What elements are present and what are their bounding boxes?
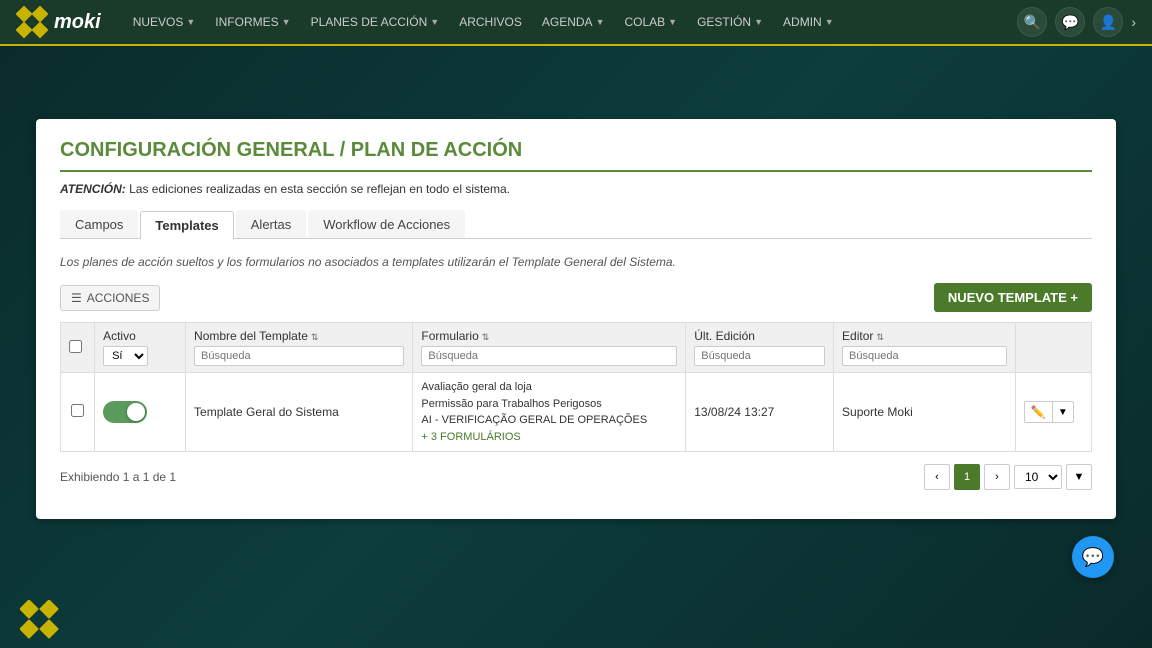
search-icon: 🔍 <box>1024 14 1041 31</box>
next-page-button[interactable]: › <box>984 464 1010 490</box>
chevron-down-icon: ▼ <box>825 17 834 27</box>
col-header-actions <box>1015 323 1091 373</box>
chevron-down-icon: ▼ <box>186 17 195 27</box>
row-actions-group: ✏️ ▼ <box>1024 401 1083 423</box>
templates-table: Activo Sí No Nombre del Template⇅ <box>60 322 1092 452</box>
nav-planes-de-accion[interactable]: PLANES DE ACCIÓN ▼ <box>303 11 448 33</box>
logo-text: moki <box>54 11 101 34</box>
tabs-bar: Campos Templates Alertas Workflow de Acc… <box>60 210 1092 239</box>
col-header-formulario: Formulario ⇅ <box>413 323 686 373</box>
user-avatar[interactable]: 👤 <box>1093 7 1123 37</box>
toggle-knob <box>127 403 145 421</box>
nav-agenda[interactable]: AGENDA ▼ <box>534 11 613 33</box>
edicion-search[interactable] <box>694 346 825 366</box>
sort-icon: ⇅ <box>876 332 884 342</box>
user-icon: 👤 <box>1100 14 1117 31</box>
col-header-edicion: Últ. Edición <box>686 323 834 373</box>
chat-icon: 💬 <box>1082 547 1104 568</box>
tab-alertas[interactable]: Alertas <box>236 210 306 238</box>
logo[interactable]: moki <box>16 6 101 38</box>
main-wrapper: CONFIGURACIÓN GENERAL / PLAN DE ACCIÓN A… <box>0 46 1152 592</box>
select-all-checkbox[interactable] <box>69 340 82 353</box>
bottom-logo <box>20 600 60 640</box>
nav-colab[interactable]: COLAB ▼ <box>616 11 685 33</box>
chat-button[interactable]: 💬 <box>1072 536 1114 578</box>
chevron-down-icon: ▼ <box>430 17 439 27</box>
col-header-checkbox <box>61 323 95 373</box>
col-header-nombre: Nombre del Template⇅ <box>186 323 413 373</box>
navbar: moki NUEVOS ▼ INFORMES ▼ PLANES DE ACCIÓ… <box>0 0 1152 46</box>
chevron-down-icon: ▼ <box>282 17 291 27</box>
nav-archivos[interactable]: ARCHIVOS <box>451 11 530 33</box>
row-actions-cell: ✏️ ▼ <box>1015 373 1091 452</box>
nav-informes[interactable]: INFORMES ▼ <box>207 11 298 33</box>
formulario-items: Avaliação geral da loja Permissão para T… <box>421 379 677 445</box>
formulario-search[interactable] <box>421 346 677 366</box>
row-formulario-cell: Avaliação geral da loja Permissão para T… <box>413 373 686 452</box>
chevron-down-icon: ▼ <box>668 17 677 27</box>
logo-icon <box>16 6 48 38</box>
bottom-area <box>0 592 1152 648</box>
scroll-right-icon[interactable]: › <box>1131 14 1136 30</box>
attention-note: ATENCIÓN: Las ediciones realizadas en es… <box>60 182 1092 196</box>
toolbar: ☰ ACCIONES NUEVO TEMPLATE + <box>60 283 1092 312</box>
tab-campos[interactable]: Campos <box>60 210 138 238</box>
sort-icon: ⇅ <box>482 332 490 342</box>
tab-templates[interactable]: Templates <box>140 211 233 239</box>
col-editor-label: Editor <box>842 329 873 343</box>
nav-admin[interactable]: ADMIN ▼ <box>775 11 842 33</box>
attention-text: Las ediciones realizadas en esta sección… <box>129 182 510 196</box>
nav-nuevos[interactable]: NUEVOS ▼ <box>125 11 204 33</box>
new-template-button[interactable]: NUEVO TEMPLATE + <box>934 283 1092 312</box>
activo-filter-select[interactable]: Sí No <box>103 346 148 366</box>
pagination: Exhibiendo 1 a 1 de 1 ‹ 1 › 10 25 50 ▼ <box>60 464 1092 490</box>
nav-gestion[interactable]: GESTIÓN ▼ <box>689 11 771 33</box>
chat-nav-button[interactable]: 💬 <box>1055 7 1085 37</box>
tab-workflow[interactable]: Workflow de Acciones <box>308 210 465 238</box>
row-activo-cell <box>95 373 186 452</box>
table-row: Template Geral do Sistema Avaliação gera… <box>61 373 1092 452</box>
content-card: CONFIGURACIÓN GENERAL / PLAN DE ACCIÓN A… <box>36 119 1116 519</box>
row-edicion-cell: 13/08/24 13:27 <box>686 373 834 452</box>
row-editor-cell: Suporte Moki <box>834 373 1016 452</box>
tab-note: Los planes de acción sueltos y los formu… <box>60 255 1092 269</box>
page-size-select[interactable]: 10 25 50 <box>1014 465 1062 489</box>
page-title: CONFIGURACIÓN GENERAL / PLAN DE ACCIÓN <box>60 139 1092 172</box>
col-nombre-label: Nombre del Template <box>194 329 308 343</box>
row-dropdown-button[interactable]: ▼ <box>1053 401 1074 423</box>
row-checkbox-cell <box>61 373 95 452</box>
col-activo-label: Activo <box>103 329 177 343</box>
toggle-switch[interactable] <box>103 401 147 423</box>
actions-button[interactable]: ☰ ACCIONES <box>60 285 160 311</box>
col-header-editor: Editor⇅ <box>834 323 1016 373</box>
nombre-search[interactable] <box>194 346 404 366</box>
col-header-activo: Activo Sí No <box>95 323 186 373</box>
chevron-down-icon: ▼ <box>596 17 605 27</box>
row-checkbox[interactable] <box>71 404 84 417</box>
edit-row-button[interactable]: ✏️ <box>1024 401 1053 423</box>
page-size-dropdown-button[interactable]: ▼ <box>1066 464 1092 490</box>
prev-page-button[interactable]: ‹ <box>924 464 950 490</box>
list-icon: ☰ <box>71 291 82 305</box>
chevron-down-icon: ▼ <box>754 17 763 27</box>
pagination-controls: ‹ 1 › 10 25 50 ▼ <box>924 464 1092 490</box>
page-1-button[interactable]: 1 <box>954 464 980 490</box>
more-formularios[interactable]: + 3 FORMULÁRIOS <box>421 429 677 446</box>
col-edicion-label: Últ. Edición <box>694 329 755 343</box>
message-icon: 💬 <box>1062 14 1079 31</box>
attention-label: ATENCIÓN: <box>60 182 126 196</box>
sort-icon: ⇅ <box>311 332 319 342</box>
col-formulario-label: Formulario <box>421 329 478 343</box>
editor-search[interactable] <box>842 346 1007 366</box>
row-nombre-cell: Template Geral do Sistema <box>186 373 413 452</box>
pagination-info: Exhibiendo 1 a 1 de 1 <box>60 470 176 484</box>
search-nav-button[interactable]: 🔍 <box>1017 7 1047 37</box>
